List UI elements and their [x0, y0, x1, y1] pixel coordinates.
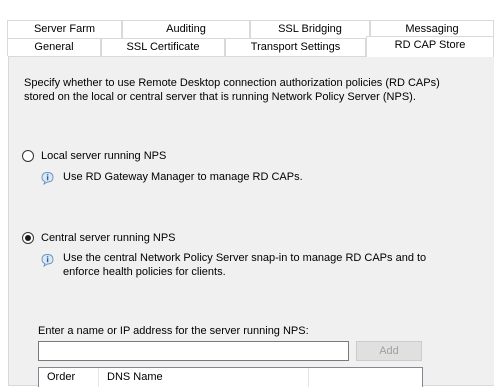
- info-icon: [41, 172, 54, 185]
- add-button[interactable]: Add: [356, 341, 422, 361]
- info-icon: [41, 254, 54, 267]
- tab-auditing[interactable]: Auditing: [122, 20, 250, 38]
- description-text: Specify whether to use Remote Desktop co…: [24, 77, 440, 103]
- local-nps-label[interactable]: Local server running NPS: [41, 149, 166, 163]
- tab-ssl-certificate[interactable]: SSL Certificate: [101, 38, 225, 56]
- server-name-input[interactable]: [38, 341, 349, 361]
- local-nps-radio[interactable]: [22, 150, 34, 162]
- tab-transport-settings[interactable]: Transport Settings: [225, 38, 366, 56]
- column-header-dns-name[interactable]: DNS Name: [99, 368, 309, 387]
- local-nps-info-text: Use RD Gateway Manager to manage RD CAPs…: [63, 171, 303, 183]
- column-header-order[interactable]: Order: [39, 368, 99, 387]
- window-top: [0, 0, 494, 20]
- tab-general[interactable]: General: [7, 38, 101, 56]
- central-nps-info-text: Use the central Network Policy Server sn…: [63, 252, 427, 278]
- column-header-blank[interactable]: [309, 368, 422, 387]
- tab-server-farm[interactable]: Server Farm: [7, 20, 122, 38]
- nps-server-list[interactable]: Order DNS Name: [38, 367, 423, 387]
- server-name-label: Enter a name or IP address for the serve…: [38, 325, 309, 337]
- tab-rd-cap-store[interactable]: RD CAP Store: [366, 36, 494, 57]
- tab-ssl-bridging[interactable]: SSL Bridging: [250, 20, 370, 38]
- central-nps-label[interactable]: Central server running NPS: [41, 231, 176, 245]
- central-nps-radio[interactable]: [22, 232, 34, 244]
